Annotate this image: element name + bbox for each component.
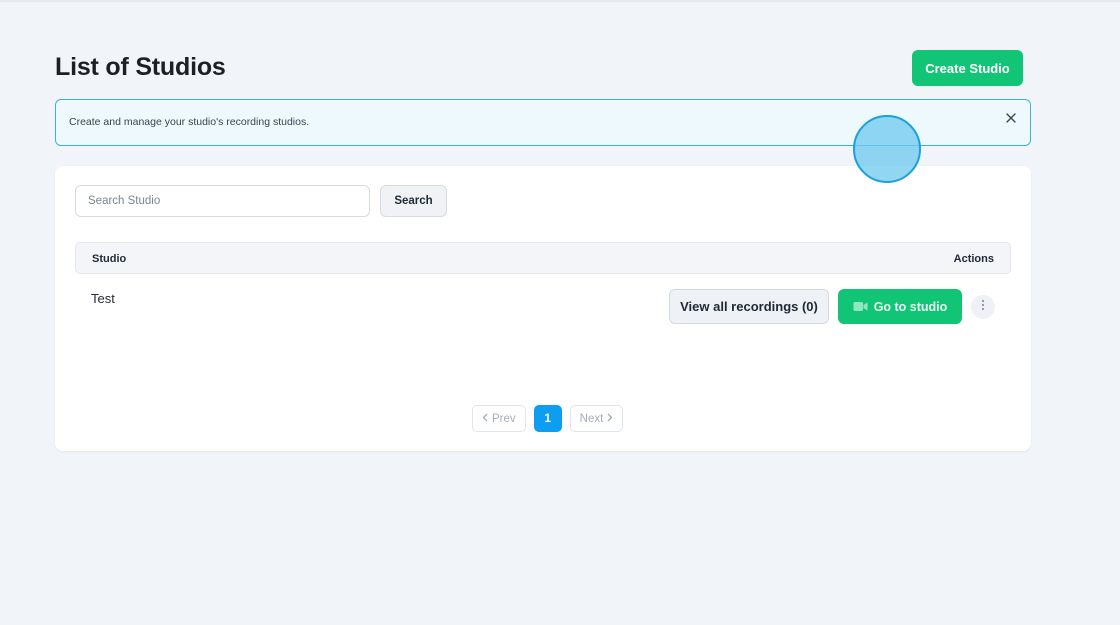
chevron-right-icon <box>607 413 613 425</box>
create-studio-button[interactable]: Create Studio <box>912 50 1023 86</box>
next-label: Next <box>579 412 604 425</box>
close-icon[interactable] <box>1004 110 1018 126</box>
view-all-recordings-button[interactable]: View all recordings (0) <box>669 289 829 324</box>
search-input[interactable] <box>75 185 370 217</box>
info-banner-text: Create and manage your studio's recordin… <box>69 116 310 128</box>
chevron-left-icon <box>482 413 488 425</box>
pagination: Prev 1 Next <box>472 405 624 432</box>
page-number-button[interactable]: 1 <box>533 405 562 432</box>
more-options-button[interactable] <box>971 295 995 319</box>
studio-name: Test <box>91 291 115 306</box>
column-header-studio: Studio <box>92 253 127 265</box>
prev-label: Prev <box>492 412 516 425</box>
page-title: List of Studios <box>55 53 226 81</box>
table-row: Test View all recordings (0) Go to studi… <box>75 274 1011 354</box>
prev-page-button[interactable]: Prev <box>472 405 526 432</box>
studios-card: Search Studio Actions Test View all reco… <box>55 166 1031 451</box>
video-camera-icon <box>853 301 868 312</box>
next-page-button[interactable]: Next <box>569 405 624 432</box>
table-header: Studio Actions <box>75 242 1011 274</box>
column-header-actions: Actions <box>953 253 994 265</box>
vertical-dots-icon <box>981 298 985 316</box>
search-button[interactable]: Search <box>380 185 447 217</box>
studios-page: List of Studios Create Studio Create and… <box>55 0 1031 625</box>
go-to-studio-button[interactable]: Go to studio <box>838 289 962 324</box>
go-to-studio-label: Go to studio <box>873 299 948 314</box>
info-banner: Create and manage your studio's recordin… <box>55 99 1031 146</box>
